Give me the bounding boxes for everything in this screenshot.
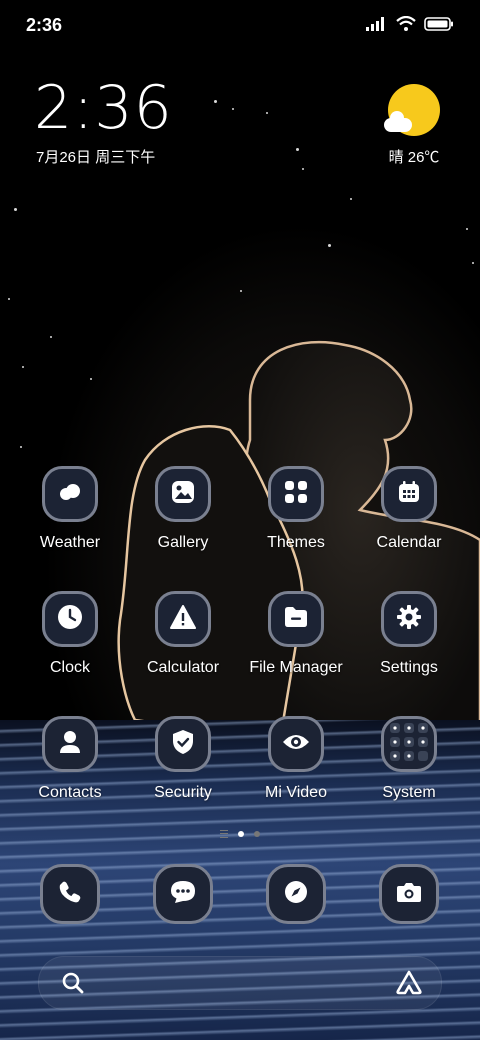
app-label: Clock	[49, 659, 90, 676]
app-label: Themes	[267, 534, 325, 551]
page-dot-active	[238, 831, 244, 837]
gallery-icon	[171, 480, 195, 509]
app-contacts[interactable]: Contacts	[14, 716, 126, 802]
security-icon	[171, 729, 195, 760]
app-security[interactable]: Security	[127, 716, 239, 802]
wifi-icon	[396, 15, 416, 36]
themes-icon	[284, 480, 308, 509]
app-system-folder[interactable]: System	[353, 716, 465, 802]
status-bar: 2:36	[0, 0, 480, 50]
app-label: Gallery	[157, 534, 209, 551]
app-clock[interactable]: Clock	[14, 591, 126, 677]
browser-icon	[284, 880, 308, 909]
search-icon[interactable]	[61, 971, 85, 1000]
app-label: Calculator	[146, 659, 220, 676]
app-label: Security	[154, 784, 212, 801]
app-label: Calendar	[376, 534, 442, 551]
page-indicator[interactable]	[0, 830, 480, 838]
assistant-icon[interactable]	[395, 969, 423, 1002]
contacts-icon	[58, 729, 82, 760]
dock-camera[interactable]	[379, 864, 439, 924]
app-label: File Manager	[249, 659, 343, 676]
dock-browser[interactable]	[266, 864, 326, 924]
battery-icon	[424, 16, 454, 36]
dock-messages[interactable]	[153, 864, 213, 924]
app-gallery[interactable]: Gallery	[127, 466, 239, 552]
partly-sunny-icon	[384, 84, 440, 136]
app-settings[interactable]: Settings	[353, 591, 465, 677]
app-label: Mi Video	[265, 784, 327, 801]
app-themes[interactable]: Themes	[240, 466, 352, 552]
app-file-manager[interactable]: File Manager	[240, 591, 352, 677]
signal-icon	[366, 16, 388, 36]
settings-icon	[396, 604, 422, 635]
app-mi-video[interactable]: Mi Video	[240, 716, 352, 802]
weather-widget[interactable]: 晴 26℃	[384, 84, 444, 167]
clock-icon	[57, 604, 83, 635]
video-icon	[282, 732, 310, 757]
messages-icon	[170, 880, 196, 909]
phone-icon	[58, 880, 82, 909]
file-manager-icon	[283, 605, 309, 634]
dock-phone[interactable]	[40, 864, 100, 924]
page-dot	[254, 831, 260, 837]
search-bar[interactable]	[38, 956, 442, 1010]
weather-icon	[57, 483, 83, 506]
status-time: 2:36	[26, 15, 63, 35]
calculator-icon	[170, 604, 196, 634]
app-label: System	[382, 784, 436, 801]
calendar-icon	[397, 480, 421, 509]
app-drawer-lines-icon	[220, 830, 228, 838]
weather-widget-text: 晴 26℃	[388, 149, 440, 166]
app-calendar[interactable]: Calendar	[353, 466, 465, 552]
camera-icon	[396, 881, 422, 908]
app-label: Settings	[380, 659, 438, 676]
app-label: Weather	[39, 534, 101, 551]
app-calculator[interactable]: Calculator	[127, 591, 239, 677]
app-label: Contacts	[38, 784, 102, 801]
system-folder-icon	[389, 722, 429, 767]
clock-widget-date: 7月26日 周三下午	[36, 149, 156, 166]
clock-widget-time[interactable]: 2:36	[34, 78, 173, 138]
app-weather[interactable]: Weather	[14, 466, 126, 552]
